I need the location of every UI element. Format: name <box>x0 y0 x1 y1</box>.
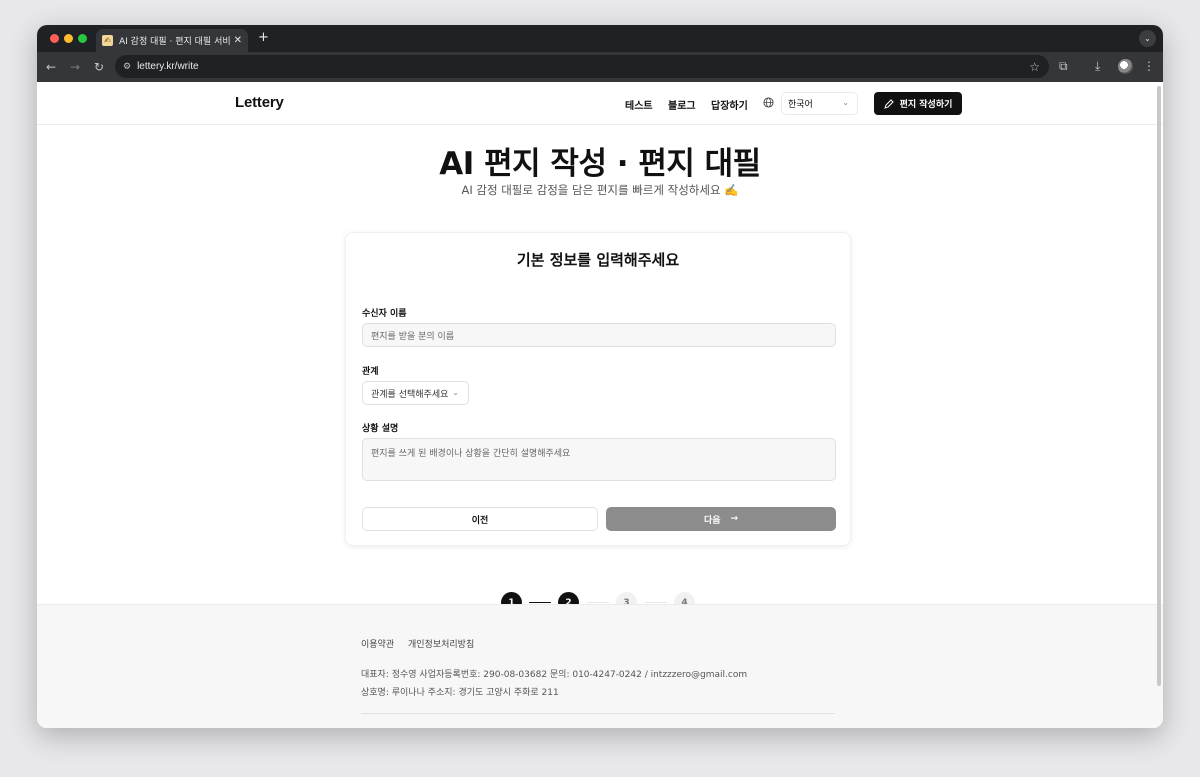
new-tab-icon[interactable]: + <box>258 30 269 45</box>
site-footer: 이용약관 개인정보처리방침 대표자: 정수영 사업자등록번호: 290-08-0… <box>37 604 1163 728</box>
chevron-down-icon: ⌄ <box>842 98 849 107</box>
pen-icon <box>883 98 894 109</box>
situation-label: 상황 설명 <box>362 424 399 434</box>
prev-button[interactable]: 이전 <box>362 507 598 531</box>
write-letter-button-label: 편지 작성하기 <box>899 100 953 110</box>
nav-blog-link[interactable]: 블로그 <box>668 97 696 112</box>
back-arrow-icon[interactable]: ← <box>39 60 63 74</box>
footer-address-info: 상호명: 루이나나 주소지: 경기도 고양시 주화로 211 <box>361 688 559 698</box>
forward-arrow-icon[interactable]: → <box>63 60 87 74</box>
reload-icon[interactable]: ↻ <box>87 60 111 74</box>
arrow-right-icon: → <box>730 514 739 524</box>
close-window-button[interactable] <box>50 34 59 43</box>
extensions-icon[interactable]: ⧉ <box>1059 59 1068 74</box>
site-header: Lettery 테스트 블로그 답장하기 한국어 ⌄ 편지 작성하기 <box>37 82 1163 125</box>
next-button-label: 다음 <box>703 515 721 526</box>
situation-textarea[interactable]: 편지를 쓰게 된 배경이나 상황을 간단히 설명해주세요 <box>362 438 836 481</box>
form-title: 기본 정보를 입력해주세요 <box>516 251 680 269</box>
recipient-name-placeholder: 편지를 받을 분의 이름 <box>371 331 455 342</box>
site-settings-icon[interactable]: ⚙ <box>123 62 131 72</box>
minimize-window-button[interactable] <box>64 34 73 43</box>
page-subtitle: AI 감정 대필로 감정을 담은 편지를 빠르게 작성하세요 ✍️ <box>461 183 739 197</box>
relation-select-value: 관계를 선택해주세요 <box>371 389 449 400</box>
tab-title: AI 감정 대필 · 편지 대필 서비스 - L <box>119 37 230 47</box>
address-bar[interactable]: ⚙ lettery.kr/write ☆ <box>115 55 1049 78</box>
tab-close-icon[interactable]: ✕ <box>234 35 242 46</box>
browser-tab[interactable]: ✍ AI 감정 대필 · 편지 대필 서비스 - L ✕ <box>96 29 248 52</box>
terms-link[interactable]: 이용약관 <box>361 637 394 650</box>
write-letter-button[interactable]: 편지 작성하기 <box>874 92 962 115</box>
next-button[interactable]: 다음 → <box>606 507 836 531</box>
recipient-name-input[interactable]: 편지를 받을 분의 이름 <box>362 323 836 347</box>
web-page: Lettery 테스트 블로그 답장하기 한국어 ⌄ 편지 작성하기 AI 편지… <box>37 82 1163 728</box>
relation-label: 관계 <box>362 367 379 377</box>
step-connector <box>529 602 551 603</box>
privacy-link[interactable]: 개인정보처리방침 <box>408 637 474 650</box>
profile-avatar[interactable] <box>1118 59 1133 74</box>
browser-menu-icon[interactable]: ⋮ <box>1143 59 1155 73</box>
browser-window: ✍ AI 감정 대필 · 편지 대필 서비스 - L ✕ + ⌄ ← → ↻ ⚙… <box>37 25 1163 728</box>
form-card: 기본 정보를 입력해주세요 수신자 이름 편지를 받을 분의 이름 관계 관계를… <box>345 232 851 546</box>
prev-button-label: 이전 <box>471 515 489 526</box>
step-connector <box>645 602 667 603</box>
situation-placeholder: 편지를 쓰게 된 배경이나 상황을 간단히 설명해주세요 <box>371 449 571 459</box>
footer-business-info: 대표자: 정수영 사업자등록번호: 290-08-03682 문의: 010-4… <box>361 670 748 680</box>
language-select[interactable]: 한국어 ⌄ <box>781 92 858 115</box>
page-scrollbar[interactable] <box>1157 86 1161 686</box>
globe-icon <box>763 97 774 108</box>
step-connector <box>587 602 609 603</box>
tab-favicon-icon: ✍ <box>102 35 113 46</box>
bookmark-star-icon[interactable]: ☆ <box>1029 60 1040 74</box>
nav-test-link[interactable]: 테스트 <box>625 97 653 112</box>
browser-titlebar: ✍ AI 감정 대필 · 편지 대필 서비스 - L ✕ + ⌄ <box>37 25 1163 52</box>
recipient-label: 수신자 이름 <box>362 309 407 319</box>
browser-toolbar: ← → ↻ ⚙ lettery.kr/write ☆ ⧉ ⤓ ⋮ <box>37 52 1163 82</box>
relation-select[interactable]: 관계를 선택해주세요 ⌄ <box>362 381 469 405</box>
site-logo[interactable]: Lettery <box>235 94 284 111</box>
nav-reply-link[interactable]: 답장하기 <box>711 97 748 112</box>
download-icon[interactable]: ⤓ <box>1095 59 1100 74</box>
footer-divider <box>361 713 835 714</box>
chevron-down-icon: ⌄ <box>452 388 459 397</box>
page-title: AI 편지 작성 · 편지 대필 <box>439 146 761 182</box>
maximize-window-button[interactable] <box>78 34 87 43</box>
url-text: lettery.kr/write <box>137 61 199 72</box>
language-select-value: 한국어 <box>788 100 813 110</box>
tab-search-chevron-icon[interactable]: ⌄ <box>1139 30 1156 47</box>
